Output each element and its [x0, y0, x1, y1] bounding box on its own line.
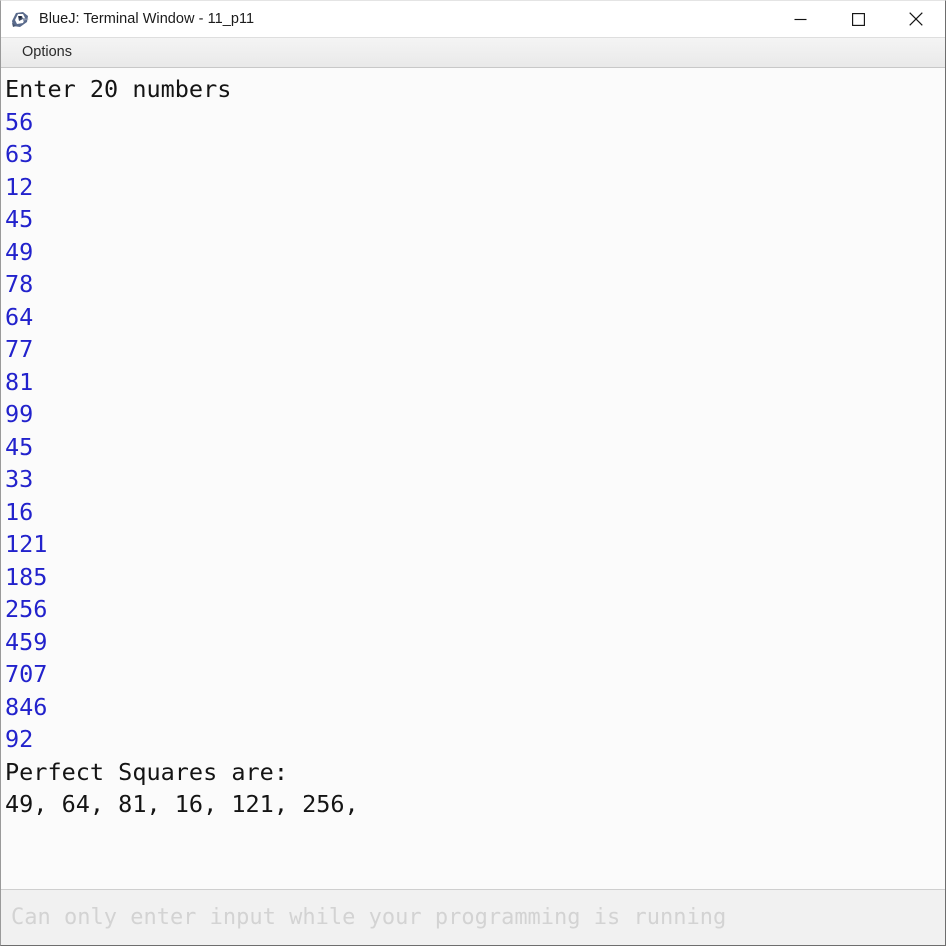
maximize-button[interactable] [829, 1, 887, 37]
bluej-penguin-icon [12, 11, 29, 27]
terminal-output-line: Perfect Squares are: [5, 757, 288, 786]
title-bar[interactable]: BlueJ: Terminal Window - 11_p11 [1, 1, 945, 37]
menu-item-options[interactable]: Options [11, 41, 83, 64]
terminal-input-line: 49 [5, 237, 34, 266]
terminal-input-line: 99 [5, 400, 34, 428]
status-bar: Can only enter input while your programm… [1, 889, 945, 945]
title-bar-left: BlueJ: Terminal Window - 11_p11 [1, 10, 771, 29]
terminal-input-line: 64 [5, 302, 34, 331]
terminal-input-line: 12 [5, 172, 34, 201]
terminal-output-line: Enter 20 numbers [5, 75, 232, 103]
terminal-input-line: 92 [5, 725, 34, 753]
terminal-input-line: 45 [5, 205, 34, 233]
minimize-button[interactable] [771, 1, 829, 37]
close-button[interactable] [887, 1, 945, 37]
terminal-input-line: 56 [5, 107, 34, 136]
terminal-output-line: 49, 64, 81, 16, 121, 256, [5, 790, 359, 818]
terminal-window: BlueJ: Terminal Window - 11_p11 Options … [0, 0, 946, 946]
terminal-input-line: 185 [5, 562, 48, 591]
terminal-input-line: 459 [5, 627, 48, 656]
close-icon [909, 12, 923, 26]
terminal-input-line: 63 [5, 140, 34, 168]
window-controls [771, 1, 945, 37]
minimize-icon [794, 18, 806, 20]
terminal-input-line: 45 [5, 432, 34, 461]
menu-bar: Options [1, 37, 945, 68]
terminal-input-line: 81 [5, 367, 34, 396]
terminal-input-line: 78 [5, 270, 34, 298]
status-message: Can only enter input while your programm… [11, 905, 727, 930]
window-title: BlueJ: Terminal Window - 11_p11 [39, 11, 255, 27]
terminal-input-line: 707 [5, 660, 48, 688]
terminal-input-line: 121 [5, 530, 48, 558]
maximize-icon [851, 12, 865, 26]
terminal-output-area[interactable]: Enter 20 numbers 56 63 12 45 49 78 64 77 81 99 45 33… [1, 68, 945, 889]
terminal-input-line: 846 [5, 692, 48, 721]
terminal-input-line: 16 [5, 497, 34, 526]
terminal-input-line: 77 [5, 335, 34, 363]
terminal-input-line: 33 [5, 465, 34, 493]
terminal-input-line: 256 [5, 595, 48, 623]
